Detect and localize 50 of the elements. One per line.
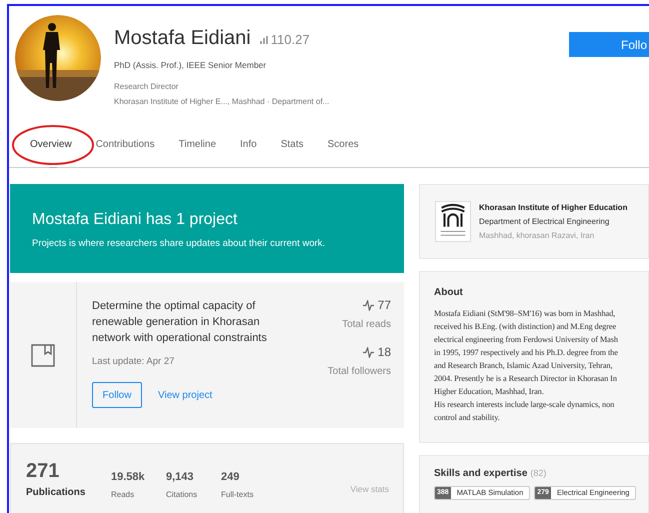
stat-label: Total reads (342, 318, 391, 332)
about-text-line: Mostafa Eidiani (StM'98–SM'16) was born in Mashhad, (434, 308, 616, 320)
institution-name: Khorasan Institute of Higher Education (479, 202, 628, 214)
about-text-line: control and stability. (434, 412, 501, 424)
about-text-line: and Research Branch, Islamic Azad University, Tehran, (434, 360, 614, 372)
skills-count: (82) (530, 467, 546, 480)
about-text-line: electrical engineering from Ferdowsi University of Mash (434, 334, 619, 346)
skills-title: Skills and expertise (434, 467, 528, 481)
position: Research Director (114, 80, 180, 93)
department: Department of Electrical Engineering (479, 216, 610, 228)
stat-label: Full-texts (221, 488, 254, 500)
stat-value: 9,143 (166, 470, 195, 485)
stat-value: 77 (378, 297, 391, 314)
last-update: Last update: Apr 27 (92, 355, 176, 369)
stat-label: Citations (166, 488, 198, 500)
profile-name: Mostafa Eidiani (114, 26, 251, 51)
stat-value: 249 (221, 470, 240, 485)
stat-label: Total followers (328, 365, 391, 379)
activity-icon (362, 300, 374, 310)
affiliation: Khorasan Institute of Higher E..., Mashhad · Department of... (114, 96, 330, 108)
about-text-line: His research interests include large-scale dynamics, non (434, 399, 616, 411)
project-title: Determine the optimal capacity of renewable generation in Khorasan network with operational constraints (92, 299, 268, 346)
tab[interactable]: Timeline (178, 136, 216, 152)
publications-count: 271 (26, 460, 60, 482)
tab[interactable]: Info (240, 136, 257, 152)
activity-icon (362, 346, 374, 358)
institution-logo (435, 201, 471, 242)
about-title: About (434, 286, 464, 300)
banner-subtitle: Projects is where researchers share updates about their current work. (32, 237, 326, 251)
degree: PhD (Assis. Prof.), IEEE Senior Member (114, 59, 268, 72)
bookmark-page-icon (31, 343, 55, 367)
tab[interactable]: Stats (280, 136, 304, 152)
about-text-line: in 1995, 1997 respectively and his Ph.D. degree from the (434, 347, 619, 359)
about-text-line: Higher Education, Mashhad, Iran. (434, 386, 545, 398)
follow-button[interactable]: Follo (569, 32, 649, 57)
about-text-line: 2004. Presently he is a Research Director in Khorasan In (434, 373, 618, 385)
banner-title: Mostafa Eidiani has 1 project (32, 210, 238, 230)
location: Mashhad, khorasan Razavi, Iran (479, 230, 596, 242)
score: 110.27 (270, 31, 310, 49)
tab[interactable]: Scores (328, 136, 359, 152)
view-project-link[interactable]: View project (158, 388, 212, 403)
follow-button[interactable]: Follow (92, 382, 142, 408)
tab[interactable]: Overview (30, 136, 72, 152)
stat-value: 19.58k (111, 470, 146, 485)
stat-value: 18 (378, 344, 391, 361)
stat-label: Reads (111, 488, 136, 500)
publications-label: Publications (26, 486, 86, 500)
score-bars-icon (260, 36, 268, 44)
tab[interactable]: Contributions (96, 136, 155, 152)
about-text-line: received his B.Eng. (with distinction) and M.Eng degree (434, 321, 618, 333)
